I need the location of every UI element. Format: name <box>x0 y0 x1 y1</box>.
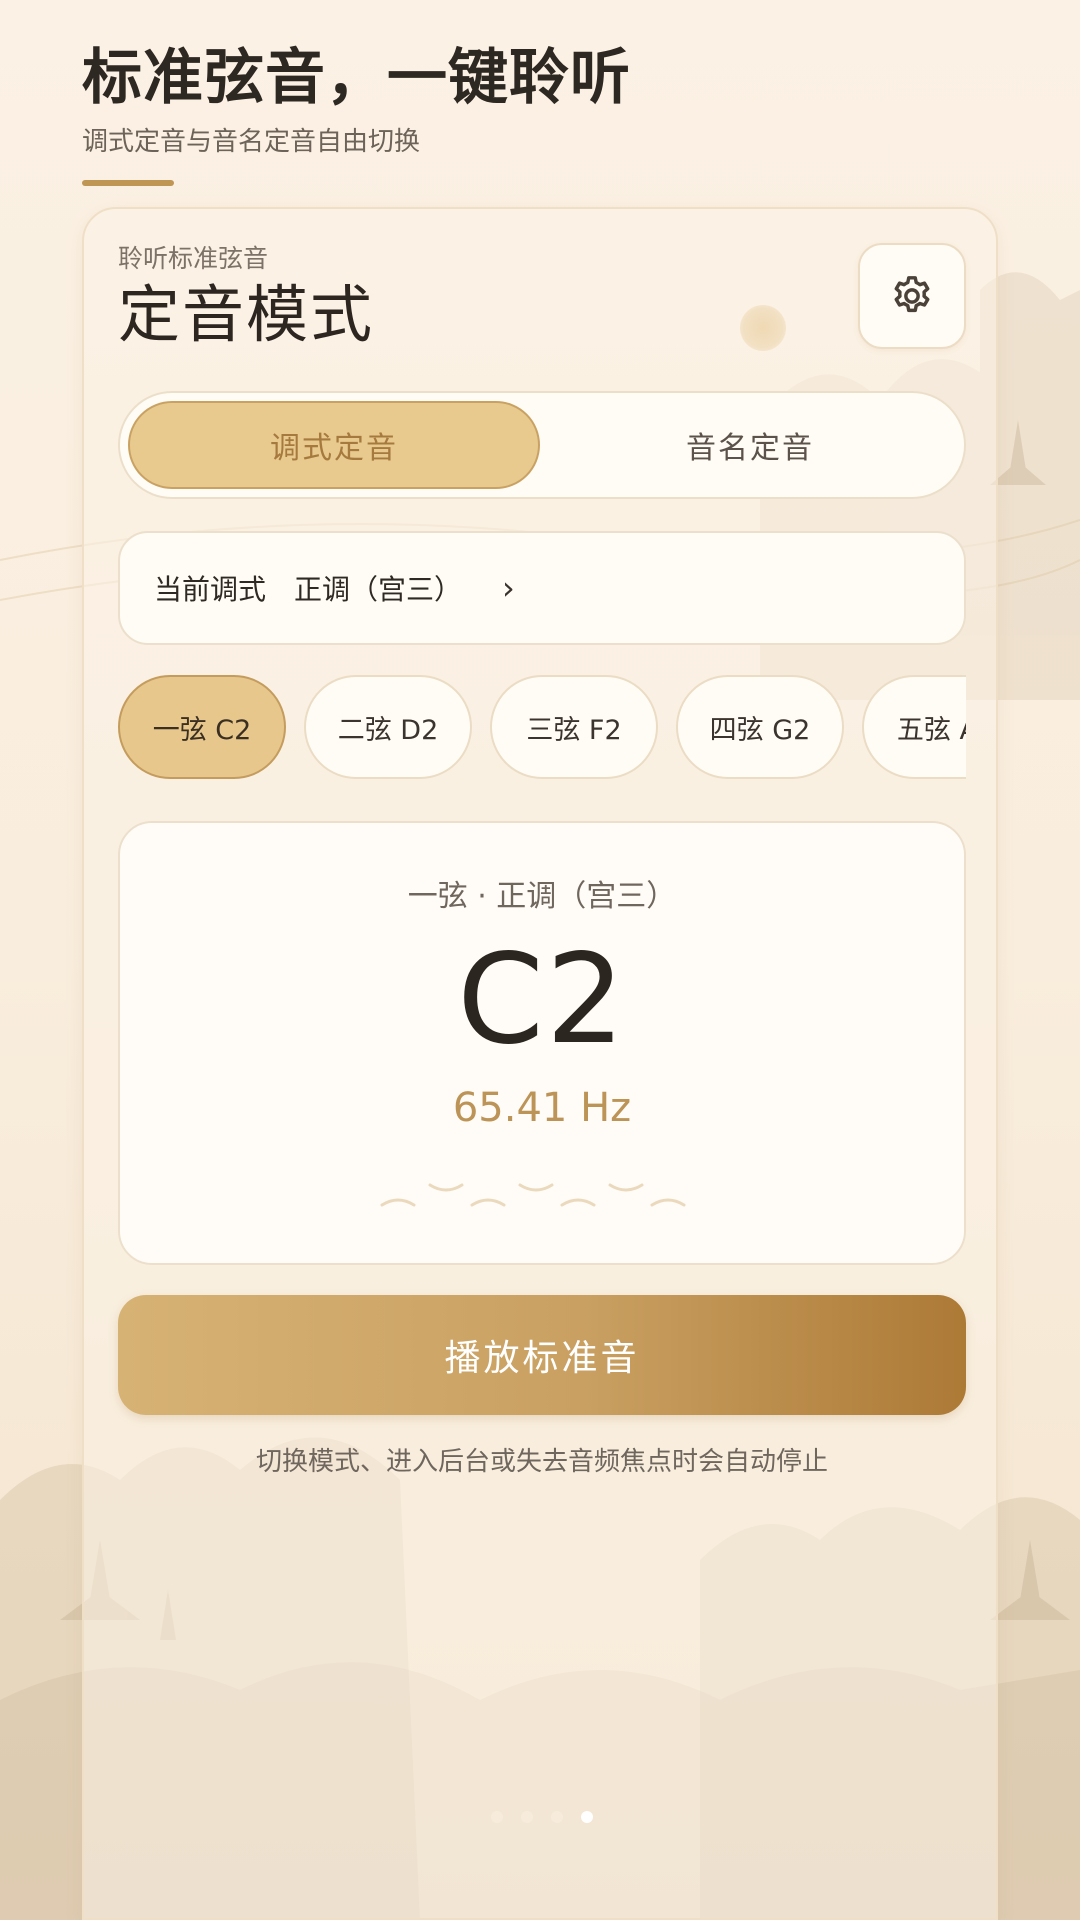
note-display-panel: 一弦 · 正调（宫三） C2 65.41 Hz <box>118 821 966 1265</box>
page-dot-active <box>581 1811 593 1823</box>
segment-note-tuning[interactable]: 音名定音 <box>544 401 956 489</box>
tuning-card: 聆听标准弦音 定音模式 调式定音 音名定音 当前调式 正调（宫三） › 一弦 C… <box>82 207 998 1920</box>
title-underline <box>82 180 174 186</box>
page-subtitle: 调式定音与音名定音自由切换 <box>82 127 421 157</box>
page-dot <box>491 1811 503 1823</box>
current-mode-selector[interactable]: 当前调式 正调（宫三） › <box>118 531 966 645</box>
page-title: 标准弦音，一键聆听 <box>82 43 631 113</box>
sound-wave-icon <box>380 1183 686 1207</box>
play-standard-tone-button[interactable]: 播放标准音 <box>118 1295 966 1415</box>
string-chip-2[interactable]: 二弦 D2 <box>304 675 472 779</box>
card-pre-title: 聆听标准弦音 <box>118 244 269 273</box>
auto-stop-hint: 切换模式、进入后台或失去音频焦点时会自动停止 <box>255 1447 828 1477</box>
settings-button[interactable] <box>858 243 966 349</box>
string-chip-list[interactable]: 一弦 C2 二弦 D2 三弦 F2 四弦 G2 五弦 A2 <box>118 673 966 783</box>
note-name: C2 <box>457 928 627 1072</box>
mode-value: 正调（宫三） <box>294 573 463 606</box>
string-chip-5[interactable]: 五弦 A2 <box>862 675 966 779</box>
chevron-right-icon: › <box>502 569 515 607</box>
mode-segmented-control: 调式定音 音名定音 <box>118 391 966 499</box>
page-dot <box>551 1811 563 1823</box>
string-chip-3[interactable]: 三弦 F2 <box>490 675 658 779</box>
card-title: 定音模式 <box>118 278 375 351</box>
string-chip-1[interactable]: 一弦 C2 <box>118 675 286 779</box>
page-indicator <box>84 1811 1000 1823</box>
page-header: 标准弦音，一键聆听 调式定音与音名定音自由切换 <box>82 42 631 186</box>
page-dot <box>521 1811 533 1823</box>
note-caption: 一弦 · 正调（宫三） <box>407 879 677 914</box>
string-chip-4[interactable]: 四弦 G2 <box>676 675 844 779</box>
sun-decoration <box>740 305 786 351</box>
segment-mode-tuning[interactable]: 调式定音 <box>128 401 540 489</box>
gear-icon <box>894 276 930 313</box>
mode-label: 当前调式 <box>154 573 267 606</box>
note-frequency: 65.41 Hz <box>452 1085 632 1131</box>
